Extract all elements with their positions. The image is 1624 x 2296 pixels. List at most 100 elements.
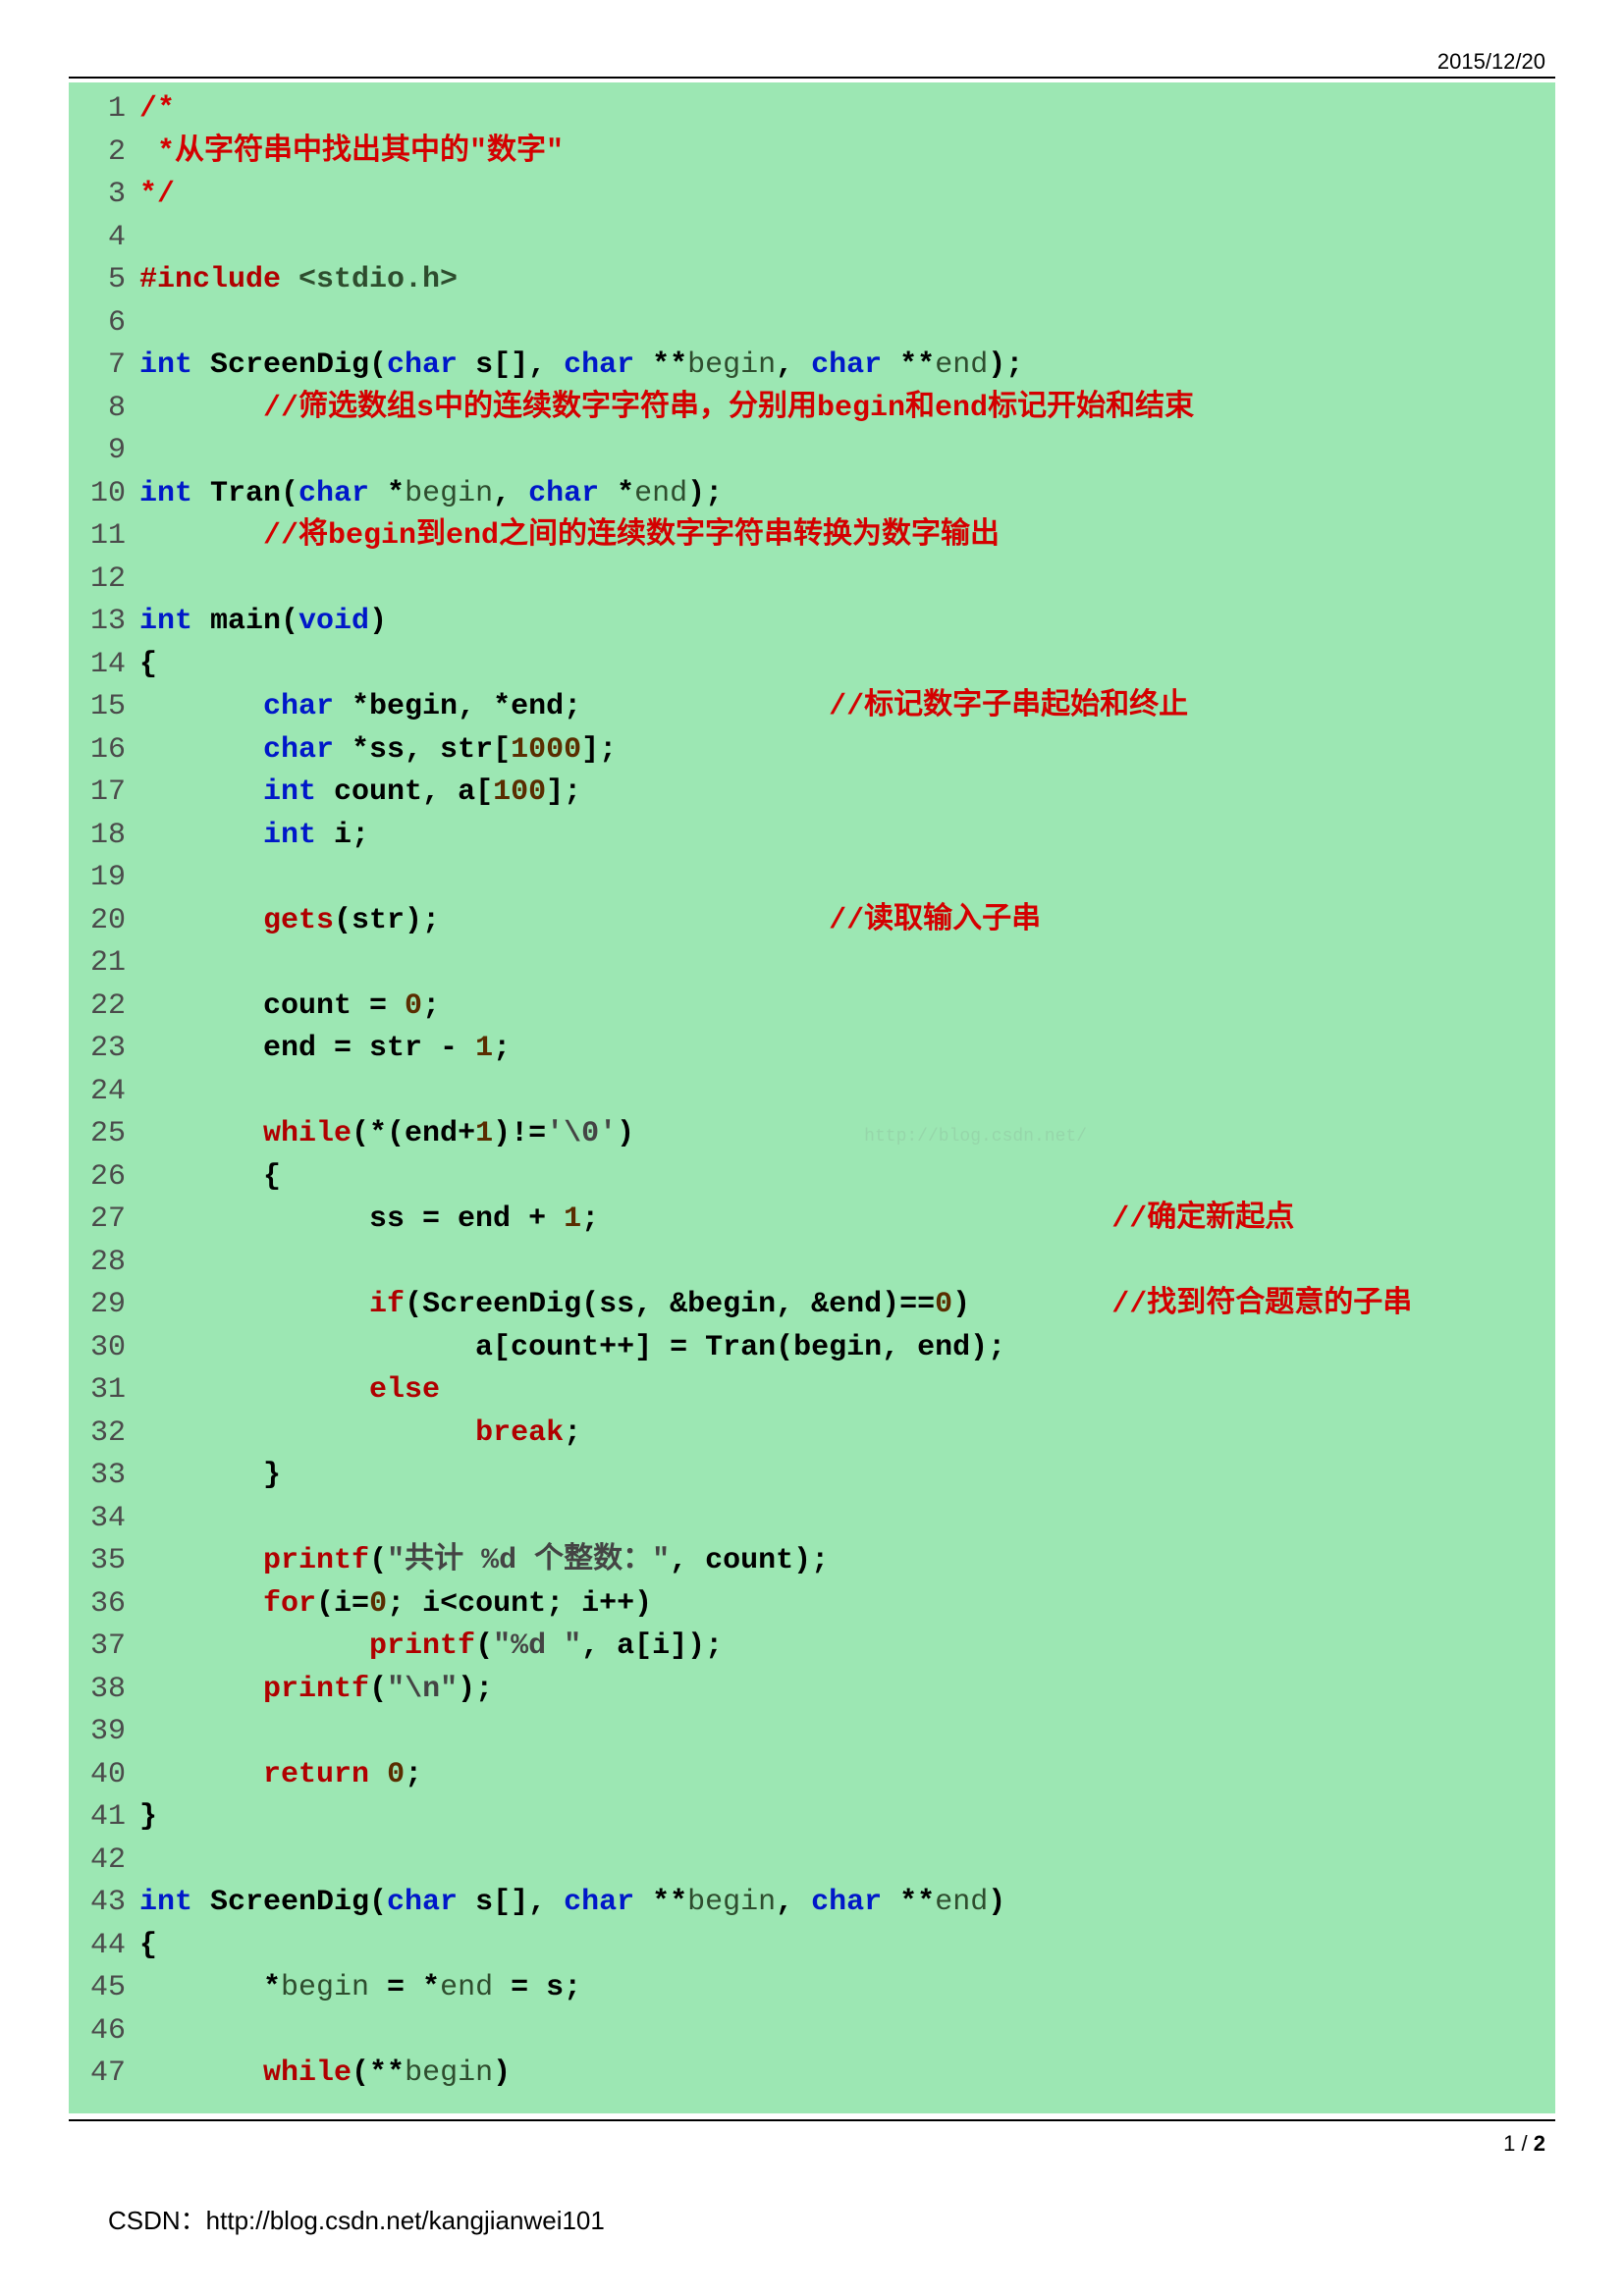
line-number: 19 (69, 857, 126, 900)
code-line: 20 gets(str); //读取输入子串 (69, 900, 1555, 943)
code-line: 44{ (69, 1925, 1555, 1968)
line-content: int i; (139, 815, 1555, 858)
line-content (139, 430, 1555, 473)
line-number: 11 (69, 515, 126, 559)
code-line: 4 (69, 217, 1555, 260)
code-line: 31 else (69, 1369, 1555, 1413)
code-line: 34 (69, 1498, 1555, 1541)
line-content: //将begin到end之间的连续数字字符串转换为数字输出 (139, 515, 1555, 559)
line-number: 3 (69, 174, 126, 217)
line-content: char *ss, str[1000]; (139, 729, 1555, 773)
code-line: 39 (69, 1711, 1555, 1754)
line-content: } (139, 1455, 1555, 1498)
line-content (139, 942, 1555, 986)
code-line: 18 int i; (69, 815, 1555, 858)
line-content: int Tran(char *begin, char *end); (139, 473, 1555, 516)
line-content: while(**begin) (139, 2053, 1555, 2096)
code-line: 2 *从字符串中找出其中的"数字" (69, 132, 1555, 175)
line-content: return 0; (139, 1754, 1555, 1797)
code-line: 3 */ (69, 174, 1555, 217)
line-content: ss = end + 1; //确定新起点 (139, 1199, 1555, 1242)
line-number: 36 (69, 1583, 126, 1627)
line-content: count = 0; (139, 986, 1555, 1029)
code-line: 6 (69, 302, 1555, 346)
line-number: 20 (69, 900, 126, 943)
line-number: 15 (69, 686, 126, 729)
code-line: 36 for(i=0; i<count; i++) (69, 1583, 1555, 1627)
line-content: */ (139, 174, 1555, 217)
line-number: 4 (69, 217, 126, 260)
line-number: 43 (69, 1882, 126, 1925)
page: 2015/12/20 1/*2 *从字符串中找出其中的"数字"3*/4 5#in… (0, 0, 1624, 2296)
line-content: a[count++] = Tran(begin, end); (139, 1327, 1555, 1370)
line-number: 1 (69, 88, 126, 132)
code-line: 12 (69, 559, 1555, 602)
line-content: gets(str); //读取输入子串 (139, 900, 1555, 943)
header-date: 2015/12/20 (69, 49, 1555, 75)
line-number: 33 (69, 1455, 126, 1498)
code-line: 9 (69, 430, 1555, 473)
line-content: break; (139, 1413, 1555, 1456)
line-content: printf("\n"); (139, 1669, 1555, 1712)
line-number: 25 (69, 1113, 126, 1156)
code-line: 37 printf("%d ", a[i]); (69, 1626, 1555, 1669)
code-line: 11 //将begin到end之间的连续数字字符串转换为数字输出 (69, 515, 1555, 559)
line-number: 44 (69, 1925, 126, 1968)
line-number: 8 (69, 388, 126, 431)
line-content (139, 1498, 1555, 1541)
code-line: 47 while(**begin) (69, 2053, 1555, 2096)
line-content: int ScreenDig(char s[], char **begin, ch… (139, 345, 1555, 388)
line-number: 5 (69, 259, 126, 302)
line-number: 12 (69, 559, 126, 602)
line-number: 35 (69, 1540, 126, 1583)
line-content: *从字符串中找出其中的"数字" (139, 132, 1555, 175)
line-number: 6 (69, 302, 126, 346)
line-number: 40 (69, 1754, 126, 1797)
line-content (139, 1242, 1555, 1285)
code-line: 42 (69, 1840, 1555, 1883)
line-content: else (139, 1369, 1555, 1413)
code-line: 29 if(ScreenDig(ss, &begin, &end)==0) //… (69, 1284, 1555, 1327)
line-content: /* (139, 88, 1555, 132)
line-number: 2 (69, 132, 126, 175)
code-line: 41} (69, 1796, 1555, 1840)
line-number: 24 (69, 1071, 126, 1114)
line-number: 13 (69, 601, 126, 644)
line-number: 21 (69, 942, 126, 986)
line-content: for(i=0; i<count; i++) (139, 1583, 1555, 1627)
code-line: 23 end = str - 1; (69, 1028, 1555, 1071)
code-line: 28 (69, 1242, 1555, 1285)
line-number: 26 (69, 1156, 126, 1200)
code-line: 30 a[count++] = Tran(begin, end); (69, 1327, 1555, 1370)
line-content: if(ScreenDig(ss, &begin, &end)==0) //找到符… (139, 1284, 1555, 1327)
code-line: 25 while(*(end+1)!='\0') http://blog.csd… (69, 1113, 1555, 1156)
line-number: 38 (69, 1669, 126, 1712)
code-line: 27 ss = end + 1; //确定新起点 (69, 1199, 1555, 1242)
code-line: 13int main(void) (69, 601, 1555, 644)
code-line: 14{ (69, 644, 1555, 687)
code-line: 26 { (69, 1156, 1555, 1200)
line-number: 46 (69, 2010, 126, 2054)
line-number: 30 (69, 1327, 126, 1370)
line-content: while(*(end+1)!='\0') http://blog.csdn.n… (139, 1113, 1555, 1156)
line-number: 10 (69, 473, 126, 516)
page-sep: / (1515, 2131, 1533, 2156)
code-line: 24 (69, 1071, 1555, 1114)
line-content (139, 1711, 1555, 1754)
line-content: printf("共计 %d 个整数：", count); (139, 1540, 1555, 1583)
code-line: 8 //筛选数组s中的连续数字字符串，分别用begin和end标记开始和结束 (69, 388, 1555, 431)
line-number: 28 (69, 1242, 126, 1285)
line-content: printf("%d ", a[i]); (139, 1626, 1555, 1669)
line-content: } (139, 1796, 1555, 1840)
line-number: 9 (69, 430, 126, 473)
page-number: 1 / 2 (69, 2121, 1555, 2157)
line-number: 45 (69, 1967, 126, 2010)
code-line: 22 count = 0; (69, 986, 1555, 1029)
code-line: 5 #include <stdio.h> (69, 259, 1555, 302)
footer-source-label: CSDN： (108, 2206, 206, 2235)
top-rule (69, 77, 1555, 79)
line-number: 31 (69, 1369, 126, 1413)
line-content: #include <stdio.h> (139, 259, 1555, 302)
line-number: 39 (69, 1711, 126, 1754)
code-line: 32 break; (69, 1413, 1555, 1456)
